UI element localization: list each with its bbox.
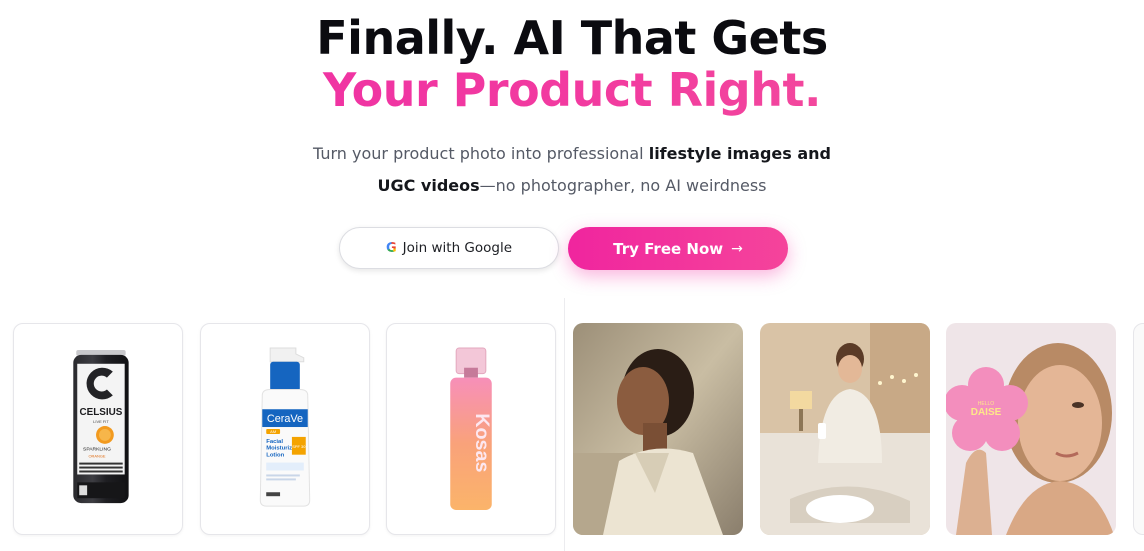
cerave-spf-text: SPF 30 xyxy=(292,444,306,449)
woman-daise-photo: HELLO DAISE xyxy=(946,323,1116,535)
cerave-am-text: AM xyxy=(270,429,276,434)
lifestyle-card-daise[interactable]: HELLO DAISE xyxy=(946,323,1116,535)
hero-subtitle: Turn your product photo into professiona… xyxy=(300,138,844,202)
try-button-label: Try Free Now xyxy=(613,239,724,258)
daise-brand-text: DAISE xyxy=(971,407,1002,418)
woman-portrait-photo xyxy=(573,323,743,535)
cerave-bottle-image: CeraVe AM Facial Moisturizing Lotion SPF… xyxy=(259,347,311,507)
woman-bedroom-photo xyxy=(760,323,930,535)
kosas-bottle-image: Kosas xyxy=(450,347,493,511)
gallery-next-card-peek[interactable] xyxy=(1133,323,1144,535)
subtitle-text-2: —no photographer, no AI weirdness xyxy=(479,176,767,195)
gallery-divider xyxy=(564,298,565,551)
landing-hero: Finally. AI That Gets Your Product Right… xyxy=(0,0,1144,551)
product-card-celsius[interactable]: CELSIUS LIVE FIT SPARKLING ORANGE xyxy=(13,323,183,535)
product-card-cerave[interactable]: CeraVe AM Facial Moisturizing Lotion SPF… xyxy=(200,323,370,535)
subtitle-text-1: Turn your product photo into professiona… xyxy=(313,144,649,163)
celsius-brand-text: CELSIUS xyxy=(80,407,123,418)
product-card-kosas[interactable]: Kosas xyxy=(386,323,556,535)
hero-title-line-1: Finally. AI That Gets xyxy=(316,11,828,65)
join-with-google-button[interactable]: G Join with Google xyxy=(339,227,559,269)
celsius-tagline-text: LIVE FIT xyxy=(93,419,109,424)
google-button-label: Join with Google xyxy=(402,240,513,256)
cerave-brand-text: CeraVe xyxy=(267,413,303,425)
celsius-sparkling-text: SPARKLING xyxy=(83,447,111,453)
kosas-brand-text: Kosas xyxy=(471,413,493,472)
google-g-icon: G xyxy=(385,240,397,256)
hero-title: Finally. AI That Gets Your Product Right… xyxy=(0,12,1144,116)
celsius-can-image: CELSIUS LIVE FIT SPARKLING ORANGE xyxy=(73,349,129,504)
arrow-right-icon: → xyxy=(731,240,743,257)
celsius-flavor-text: ORANGE xyxy=(88,454,105,459)
hero-title-line-2: Your Product Right. xyxy=(0,64,1144,116)
try-free-now-button[interactable]: Try Free Now → xyxy=(568,227,788,270)
cerave-line1-text: Facial xyxy=(266,439,283,445)
cerave-line3-text: Lotion xyxy=(266,453,284,459)
lifestyle-card-portrait[interactable] xyxy=(573,323,743,535)
lifestyle-card-bedroom[interactable] xyxy=(760,323,930,535)
